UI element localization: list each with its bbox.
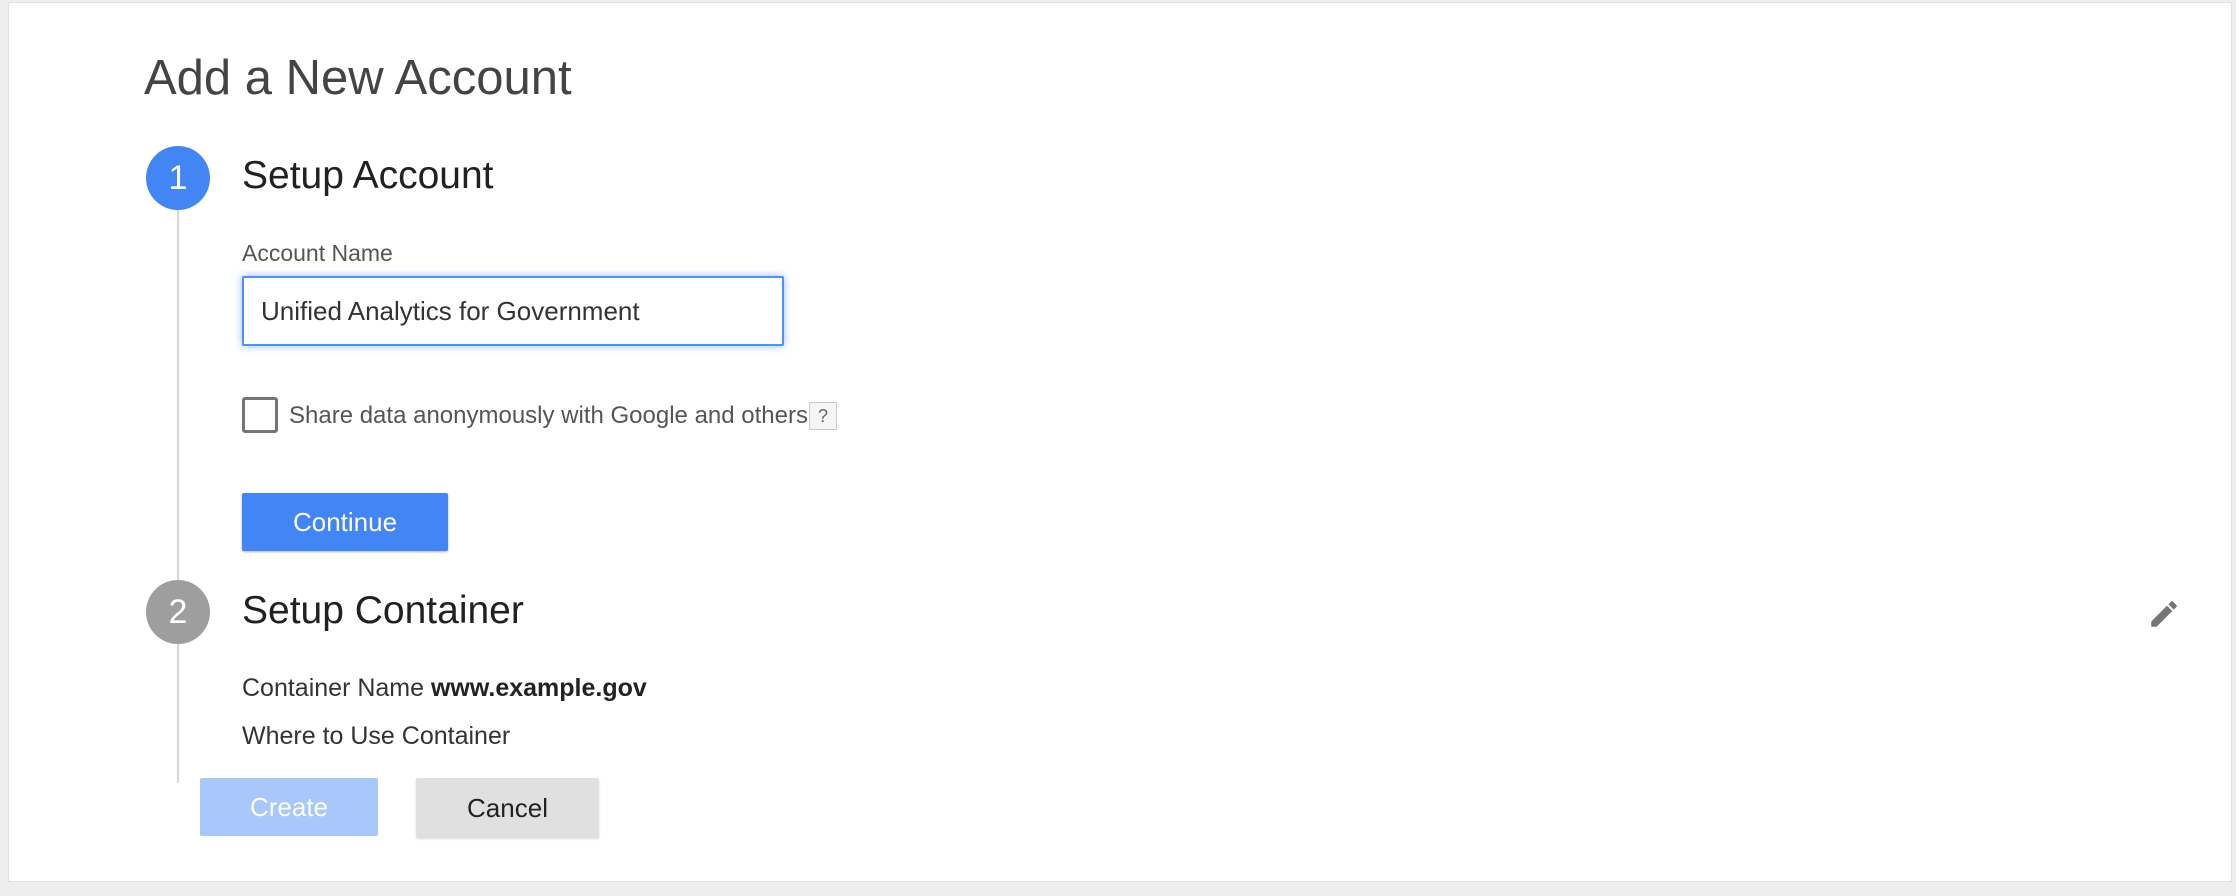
container-name-value: www.example.gov [430,674,647,702]
container-name-label: Container Name [242,674,425,702]
step-2-title: Setup Container [242,589,524,632]
share-data-checkbox[interactable] [242,397,278,433]
account-name-label: Account Name [242,240,393,266]
stepper-connector-line [177,208,179,783]
container-name-row: Container Name www.example.gov [242,673,647,703]
step-2-number-badge: 2 [146,580,210,644]
continue-button[interactable]: Continue [242,493,448,551]
pencil-icon[interactable] [2147,597,2181,631]
account-name-input[interactable] [242,276,784,346]
step-1-number-badge: 1 [146,146,210,210]
share-data-label[interactable]: Share data anonymously with Google and o… [289,402,808,430]
create-button[interactable]: Create [200,778,378,836]
where-to-use-container-label: Where to Use Container [242,722,511,750]
new-account-card: Add a New Account 1 Setup Account Accoun… [8,2,2232,882]
page-title: Add a New Account [144,51,572,105]
share-data-help-icon[interactable]: ? [809,402,837,430]
step-1-title: Setup Account [242,154,494,197]
cancel-button[interactable]: Cancel [416,778,599,838]
